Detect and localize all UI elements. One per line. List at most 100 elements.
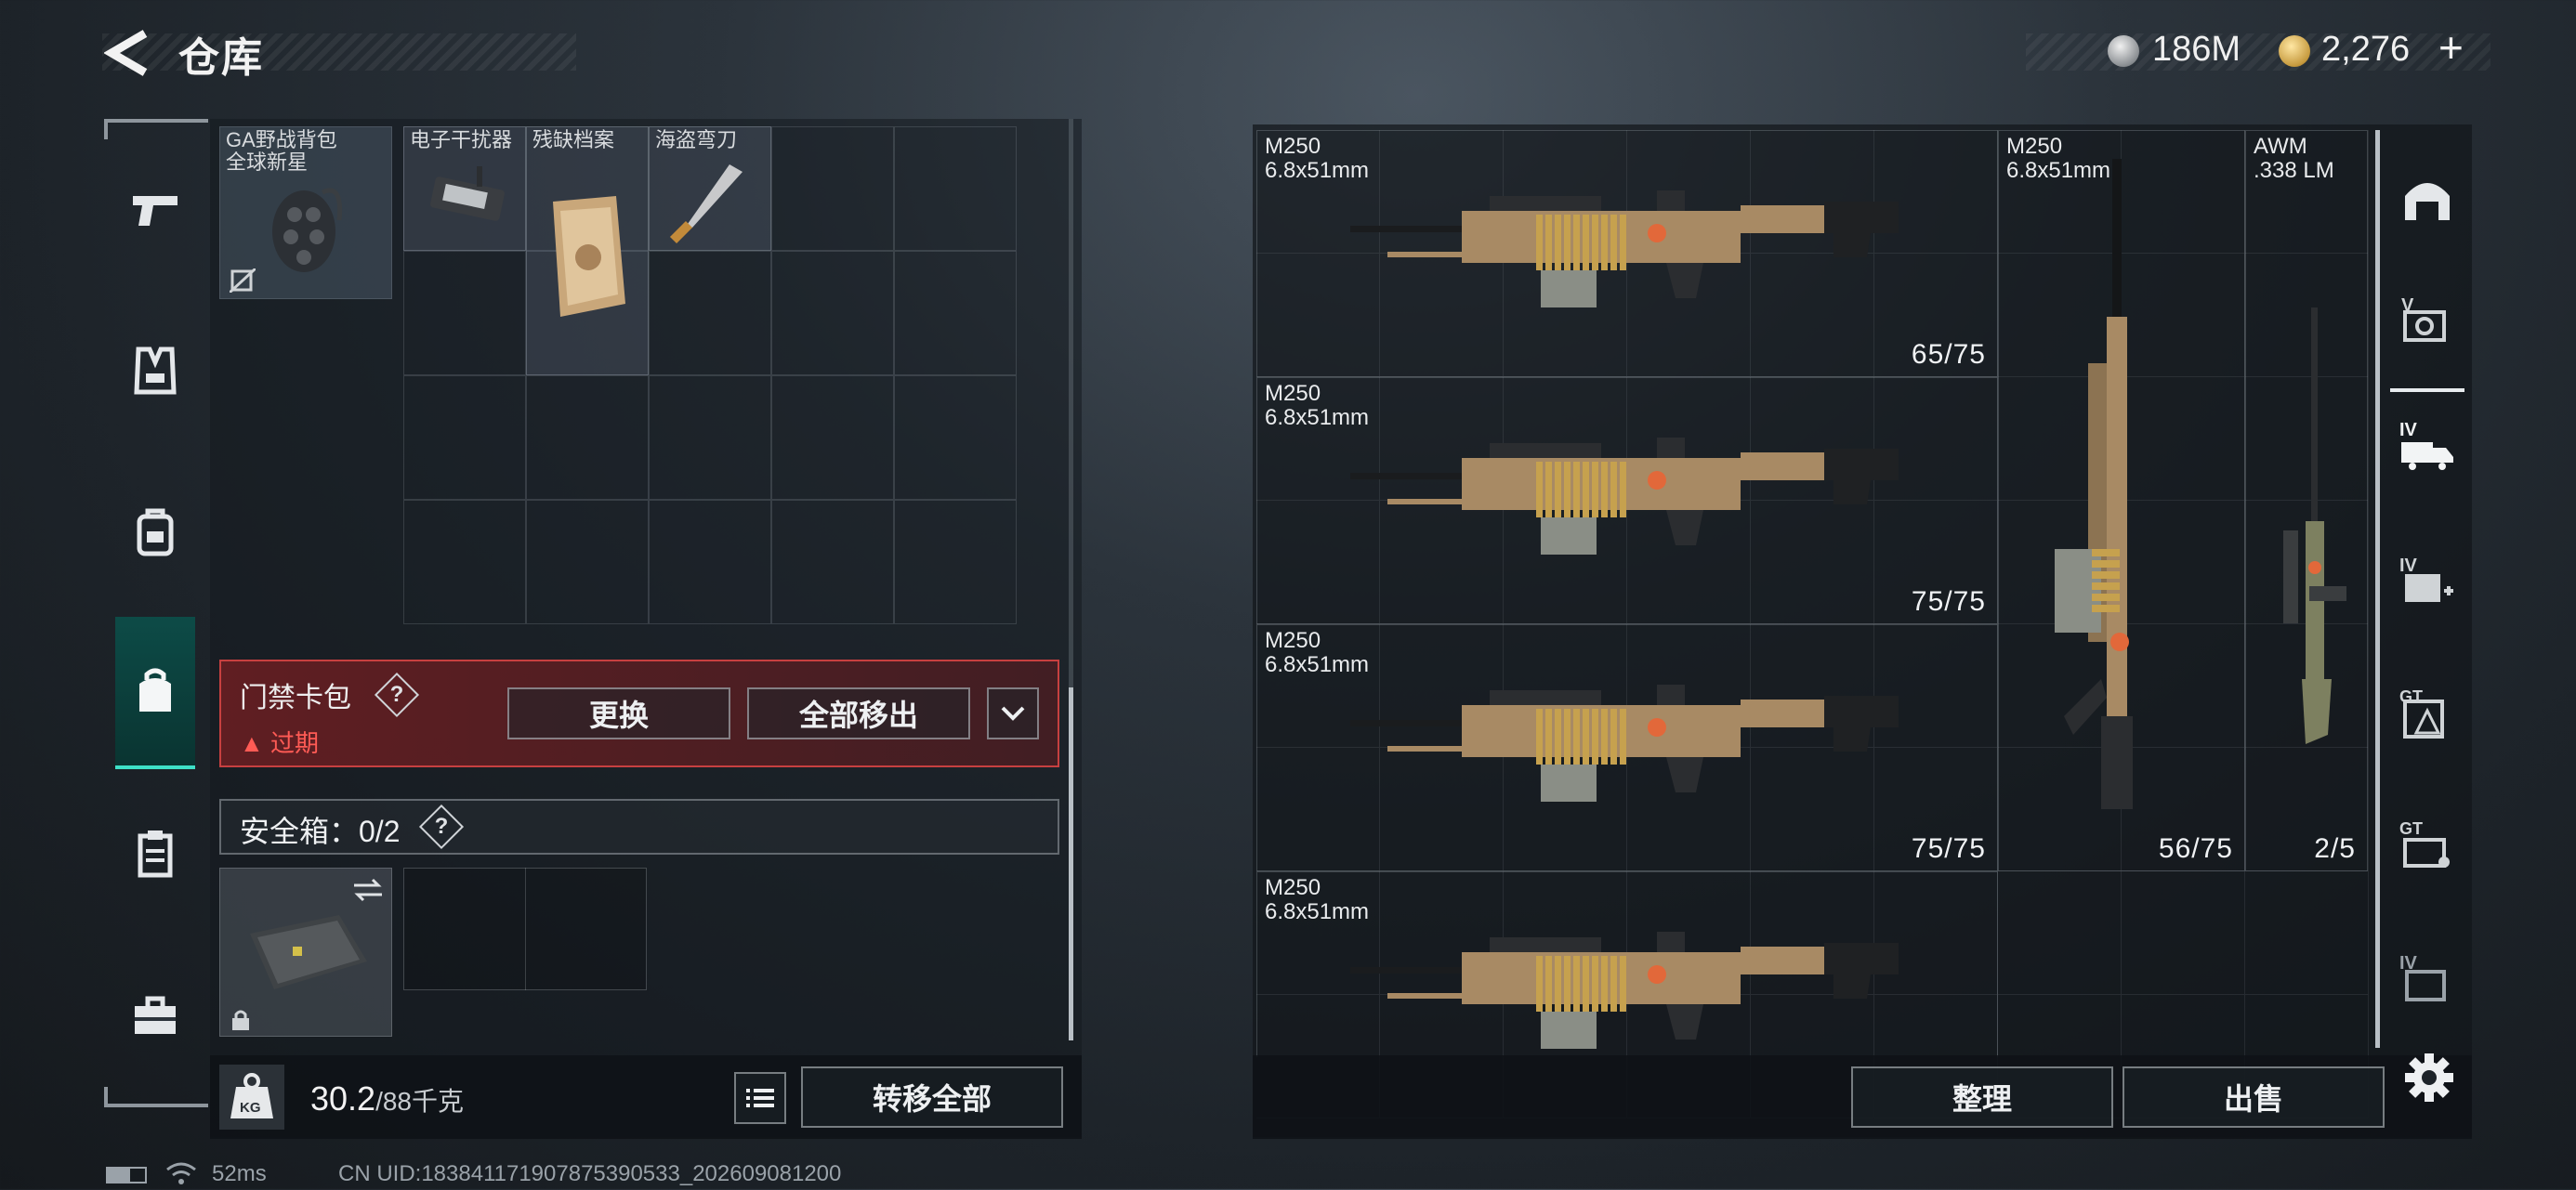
item-subtitle: 全球新星: [226, 150, 309, 174]
tab-crate[interactable]: GT: [2390, 810, 2464, 888]
inventory-slot[interactable]: [649, 500, 771, 624]
sidebar-item-weapons[interactable]: [115, 171, 195, 251]
rig-icon: [138, 830, 173, 878]
sort-button[interactable]: 整理: [1851, 1066, 2113, 1128]
weight-current: 30.2: [310, 1079, 376, 1118]
sidebar-item-tactical-rig[interactable]: [115, 814, 195, 894]
transfer-all-button[interactable]: 转移全部: [801, 1066, 1063, 1128]
inventory-item-backpack[interactable]: GA野战背包 全球新星: [219, 126, 392, 299]
m250-machine-gun-icon: [1350, 190, 1899, 307]
tab-helmet[interactable]: [2390, 160, 2464, 238]
weapon-cell-m250-vertical[interactable]: M250 6.8x51mm 56/75: [1998, 130, 2245, 871]
settings-gear-icon[interactable]: [2401, 1050, 2457, 1105]
weapon-cell-m250-3[interactable]: M250 6.8x51mm 75/75: [1256, 624, 1998, 871]
weapon-name: AWM: [2254, 134, 2307, 159]
expired-status: ▲ 过期: [240, 725, 319, 759]
sidebar-bracket: [104, 119, 108, 139]
inventory-slot[interactable]: [894, 251, 1017, 375]
inventory-slot[interactable]: [771, 251, 894, 375]
weapon-cell-awm[interactable]: AWM .338 LM 2/5: [2245, 130, 2368, 871]
inventory-slot[interactable]: [403, 375, 526, 500]
warehouse-slot: [2245, 871, 2369, 995]
tab-camera-box[interactable]: V: [2390, 284, 2464, 362]
weapon-cell-m250-4[interactable]: M250 6.8x51mm: [1256, 871, 1998, 1057]
title-strip: [102, 33, 576, 71]
inventory-slot[interactable]: [894, 375, 1017, 500]
chevron-down-icon: [1001, 706, 1025, 721]
kg-label: KG: [240, 1100, 261, 1116]
awm-sniper-rifle-icon: [2283, 307, 2346, 744]
inventory-slot[interactable]: [771, 375, 894, 500]
weapon-name: M250: [2006, 134, 2063, 159]
safebox-label: 安全箱：0/2: [240, 815, 401, 848]
inventory-slot[interactable]: [526, 375, 649, 500]
expand-button[interactable]: [987, 687, 1039, 739]
inventory-slot[interactable]: [771, 126, 894, 251]
inventory-slot[interactable]: [649, 251, 771, 375]
weapon-caliber: .338 LM: [2254, 158, 2334, 183]
weapon-ammo: 56/75: [2158, 833, 2233, 864]
m250-machine-gun-vertical-icon: [2055, 159, 2133, 809]
gold-coin-icon: [2279, 35, 2310, 67]
lock-icon: [232, 1010, 249, 1030]
inventory-slot[interactable]: [894, 500, 1017, 624]
inventory-item-machete[interactable]: 海盗弯刀: [649, 126, 771, 251]
inventory-slot[interactable]: [526, 500, 649, 624]
tab-medkit[interactable]: IV: [2390, 546, 2464, 624]
tab-hazard-box[interactable]: GT: [2390, 678, 2464, 756]
weapon-ammo: 75/75: [1911, 833, 1986, 864]
inventory-slot[interactable]: [894, 126, 1017, 251]
item-name: 残缺档案: [532, 128, 615, 151]
add-currency-button[interactable]: +: [2438, 22, 2464, 72]
item-name: GA野战背包: [226, 128, 337, 151]
weight-icon: KG: [219, 1065, 284, 1130]
item-name: 电子干扰器: [410, 128, 513, 151]
silver-coin-icon: [2108, 35, 2139, 67]
inventory-slot[interactable]: [403, 251, 526, 375]
swap-icon: [354, 878, 382, 902]
sell-button[interactable]: 出售: [2123, 1066, 2385, 1128]
weapon-cell-m250-2[interactable]: M250 6.8x51mm 75/75: [1256, 377, 1998, 624]
list-view-button[interactable]: [734, 1072, 786, 1124]
battery-icon: [106, 1167, 147, 1183]
warehouse-scrollbar[interactable]: [2375, 130, 2380, 1048]
tab-panel[interactable]: IV: [2390, 944, 2464, 1022]
tab-tier-label: IV: [2399, 420, 2417, 440]
sidebar-item-backpack-slot[interactable]: [115, 492, 195, 572]
warning-icon: ▲: [240, 729, 264, 757]
currency-strip: [2026, 33, 2491, 71]
uid-text: CN UID:18384117190787539053​3_2026090812…: [338, 1161, 842, 1186]
backpack-icon: [137, 508, 174, 556]
sidebar-item-armor[interactable]: [115, 331, 195, 411]
silver-currency-value: 186M: [2152, 30, 2241, 69]
weight-max: /88千克: [375, 1087, 465, 1116]
m250-machine-gun-icon: [1350, 685, 1899, 802]
sidebar-bracket: [104, 1104, 208, 1107]
sidebar-item-bag[interactable]: [115, 652, 195, 732]
safebox-help-button[interactable]: ?: [418, 804, 465, 850]
inventory-slot[interactable]: [771, 500, 894, 624]
weapon-name: M250: [1265, 134, 1321, 159]
weapon-ammo: 65/75: [1911, 339, 1986, 370]
sidebar-item-toolbox[interactable]: [115, 975, 195, 1055]
tab-truck[interactable]: IV: [2390, 411, 2464, 489]
warehouse-slot: [2122, 871, 2245, 995]
back-arrow-icon[interactable]: [103, 28, 151, 78]
inventory-slot[interactable]: [403, 500, 526, 624]
inventory-slot[interactable]: [649, 375, 771, 500]
tab-tier-label: V: [2401, 295, 2414, 316]
inventory-item-jammer[interactable]: 电子干扰器: [403, 126, 526, 251]
no-insure-icon: [230, 268, 256, 293]
weapon-cell-m250-1[interactable]: M250 6.8x51mm 65/75: [1256, 130, 1998, 377]
remove-all-button[interactable]: 全部移出: [747, 687, 970, 739]
tab-tier-label: IV: [2399, 556, 2417, 576]
sidebar-bracket: [104, 119, 208, 123]
inventory-item-document[interactable]: 残缺档案: [526, 126, 649, 375]
weapon-name: M250: [1265, 381, 1321, 406]
jammer-item-icon: [430, 166, 505, 221]
briefcase-icon: [135, 996, 176, 1034]
inventory-scrollbar-thumb[interactable]: [1069, 687, 1073, 1040]
keycard-help-button[interactable]: ?: [374, 672, 420, 718]
safebox-case-item[interactable]: [219, 868, 392, 1037]
replace-button[interactable]: 更换: [507, 687, 730, 739]
